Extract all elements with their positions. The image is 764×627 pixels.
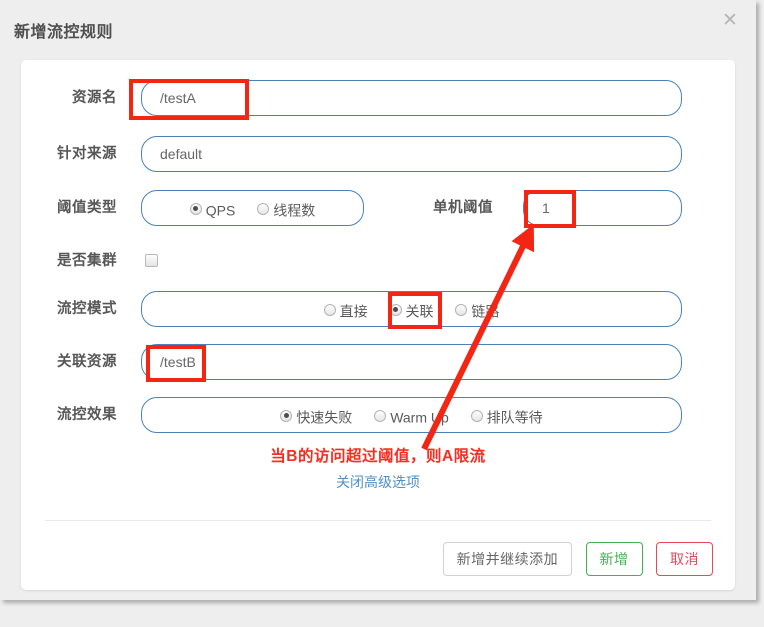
flow-mode-radios: 直接 关联 链路: [142, 292, 681, 326]
form-row-ref-resource: 关联资源 /testB: [21, 344, 735, 380]
label-cluster-mode: 是否集群: [57, 253, 117, 269]
flow-mode-group[interactable]: 直接 关联 链路: [141, 291, 682, 327]
annotation-note: 当B的访问超过阈值，则A限流: [270, 448, 486, 465]
limit-origin-input[interactable]: default: [141, 136, 682, 172]
radio-thread-count-label: 线程数: [273, 201, 316, 218]
dialog-header: 新增流控规则 ✕: [0, 0, 756, 60]
radio-qps[interactable]: QPS: [189, 192, 236, 227]
page-title: 新增流控规则: [14, 24, 114, 41]
form-row-limit-origin: 针对来源 default: [21, 136, 735, 172]
single-threshold-value: 1: [542, 200, 550, 216]
radio-chain-label: 链路: [471, 302, 500, 319]
resource-name-input[interactable]: /testA: [141, 80, 682, 116]
cluster-mode-checkbox[interactable]: [145, 254, 158, 267]
threshold-type-group[interactable]: QPS 线程数: [141, 190, 364, 226]
radio-fast-fail-label: 快速失败: [296, 408, 353, 425]
control-behavior-group[interactable]: 快速失败 Warm Up 排队等待: [141, 397, 682, 433]
label-ref-resource: 关联资源: [57, 354, 117, 370]
flow-rule-dialog: 新增流控规则 ✕ 资源名 /testA 针对来源 default 阈值类型 QP…: [0, 0, 756, 600]
radio-dot-icon: [323, 303, 336, 316]
cancel-button[interactable]: 取消: [656, 542, 713, 576]
radio-associated-label: 关联: [405, 302, 434, 319]
radio-dot-icon: [257, 202, 270, 215]
radio-queue-wait-label: 排队等待: [486, 408, 543, 425]
radio-warm-up[interactable]: Warm Up: [374, 399, 449, 434]
radio-dot-icon: [470, 409, 483, 422]
resource-name-value: /testA: [160, 90, 196, 106]
radio-associated[interactable]: 关联: [389, 293, 434, 328]
form-row-flow-mode: 流控模式 直接 关联 链路: [21, 291, 735, 327]
label-flow-mode: 流控模式: [57, 301, 117, 317]
close-icon[interactable]: ✕: [718, 8, 742, 32]
radio-fast-fail[interactable]: 快速失败: [280, 399, 352, 434]
threshold-type-radios: QPS 线程数: [142, 191, 363, 225]
label-limit-origin: 针对来源: [57, 146, 117, 162]
radio-dot-icon: [455, 303, 468, 316]
add-button[interactable]: 新增: [585, 542, 643, 576]
radio-chain[interactable]: 链路: [455, 293, 499, 328]
radio-dot-icon: [389, 303, 402, 316]
radio-qps-label: QPS: [205, 201, 236, 218]
single-threshold-input[interactable]: 1: [523, 190, 682, 226]
form-row-control-behavior: 流控效果 快速失败 Warm Up 排队等待: [21, 397, 735, 433]
radio-warm-up-label: Warm Up: [390, 408, 449, 425]
radio-dot-icon: [280, 409, 293, 422]
radio-thread-count[interactable]: 线程数: [257, 192, 315, 227]
label-single-threshold: 单机阈值: [433, 200, 493, 216]
advanced-options-toggle[interactable]: 关闭高级选项: [21, 472, 735, 492]
radio-direct-label: 直接: [339, 302, 368, 319]
radio-direct[interactable]: 直接: [323, 293, 368, 328]
radio-dot-icon: [189, 202, 202, 215]
ref-resource-value: /testB: [160, 354, 196, 370]
form-row-threshold-type: 阈值类型 QPS 线程数 单机阈值 1: [21, 190, 735, 226]
limit-origin-value: default: [160, 146, 203, 162]
footer-actions: 新增并继续添加 新增 取消: [434, 542, 713, 578]
control-behavior-radios: 快速失败 Warm Up 排队等待: [142, 398, 681, 432]
label-threshold-type: 阈值类型: [57, 200, 117, 216]
form-card: 资源名 /testA 针对来源 default 阈值类型 QPS 线程数 单机阈…: [21, 60, 735, 590]
radio-dot-icon: [374, 409, 387, 422]
label-resource-name: 资源名: [72, 90, 117, 106]
radio-queue-wait[interactable]: 排队等待: [470, 399, 543, 434]
footer-divider: [45, 520, 711, 521]
form-row-resource-name: 资源名 /testA: [21, 80, 735, 116]
form-row-cluster: 是否集群: [21, 243, 735, 279]
label-control-behavior: 流控效果: [57, 407, 117, 423]
ref-resource-input[interactable]: /testB: [141, 344, 682, 380]
add-and-continue-button[interactable]: 新增并继续添加: [442, 542, 573, 576]
